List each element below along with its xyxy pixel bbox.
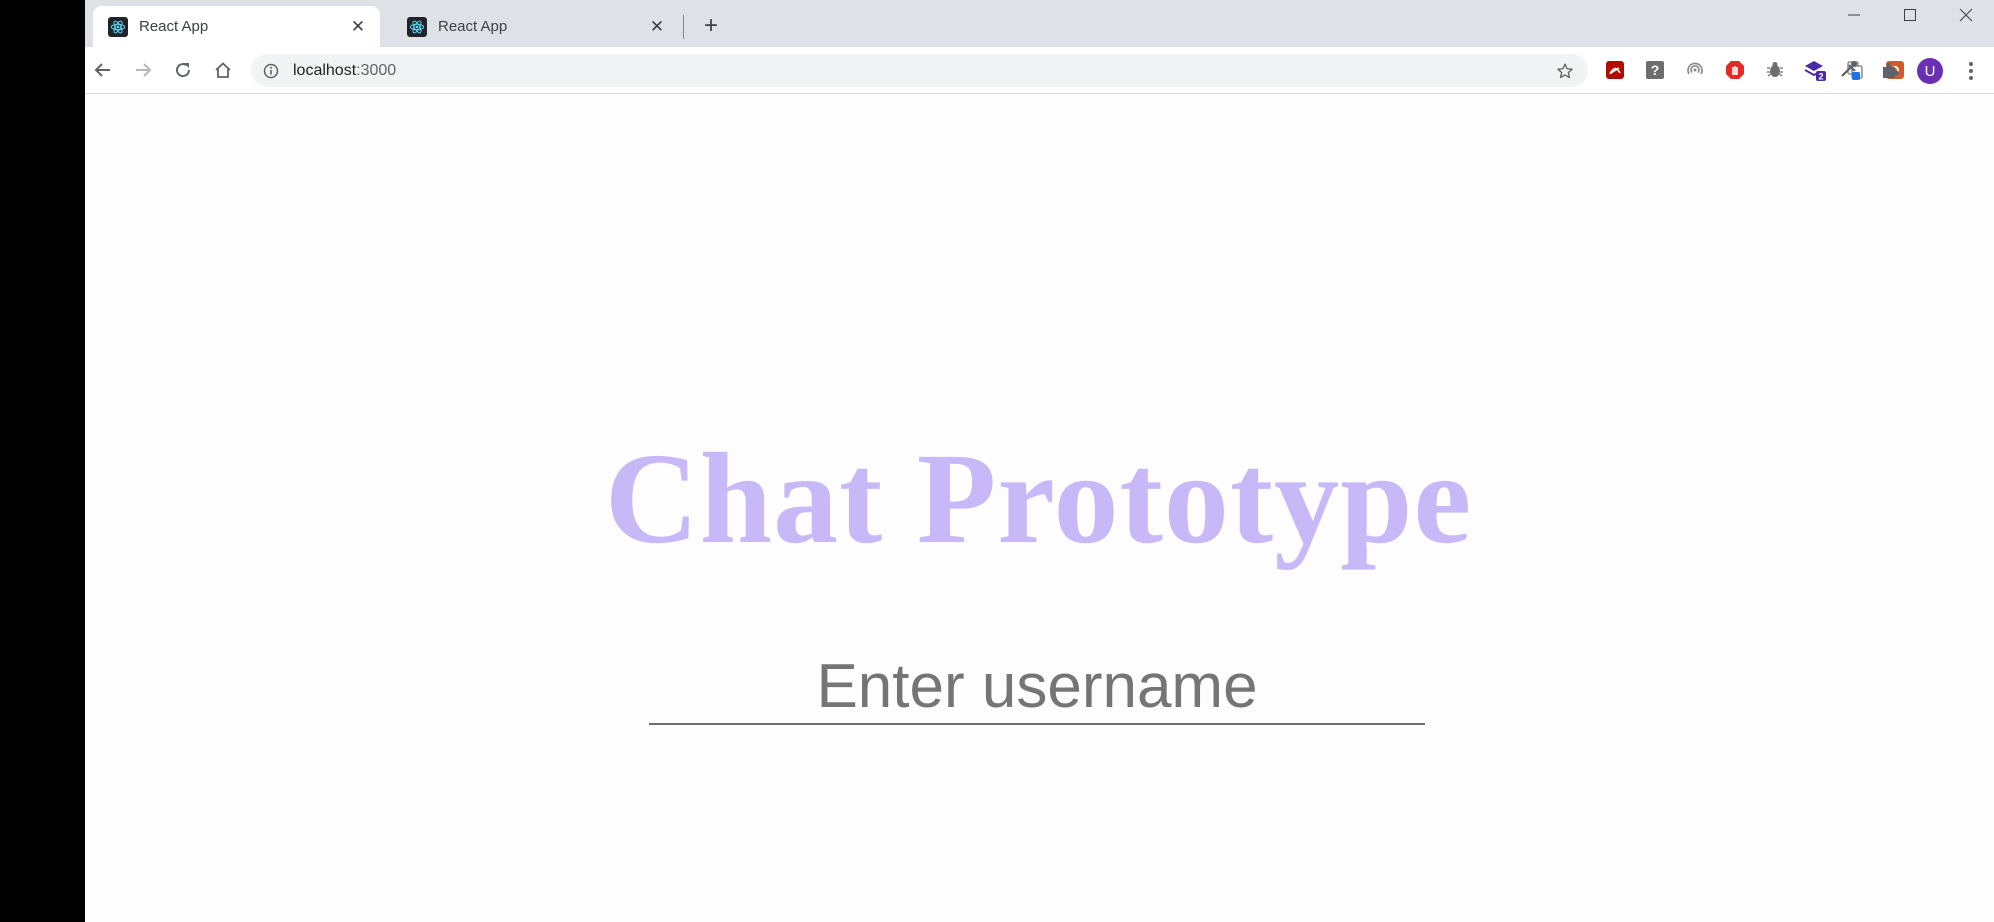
url-text[interactable]: localhost:3000	[293, 61, 396, 81]
minimize-button[interactable]	[1826, 0, 1882, 30]
back-button[interactable]	[87, 54, 119, 86]
tab-close-icon[interactable]: ✕	[647, 17, 667, 37]
maximize-button[interactable]	[1882, 0, 1938, 30]
help-icon[interactable]: ?	[1644, 59, 1666, 81]
tab-strip: React App ✕ React App ✕ +	[85, 0, 1994, 47]
username-input[interactable]	[649, 649, 1425, 725]
maximize-icon	[1904, 9, 1916, 21]
tab-title: React App	[139, 18, 209, 35]
left-black-strip	[0, 0, 85, 922]
arrow-left-icon	[94, 63, 110, 77]
pdf-icon[interactable]	[1604, 59, 1626, 81]
react-favicon-icon	[108, 16, 128, 37]
profile-avatar[interactable]: U	[1917, 58, 1943, 84]
svg-text:?: ?	[1651, 62, 1660, 78]
window-close-button[interactable]	[1938, 0, 1994, 30]
browser-toolbar: localhost:3000 ? 2	[85, 47, 1994, 94]
tab-title: React App	[438, 18, 508, 35]
adblock-stop-icon[interactable]	[1724, 59, 1746, 81]
tab-close-icon[interactable]: ✕	[348, 17, 368, 37]
reload-button[interactable]	[167, 54, 199, 86]
home-icon	[215, 62, 231, 78]
bookmark-star-icon[interactable]	[1554, 60, 1576, 82]
react-favicon-icon	[407, 16, 427, 37]
page-content: Chat Prototype	[85, 94, 1994, 922]
new-tab-button[interactable]: +	[697, 12, 725, 40]
url-host: localhost	[293, 62, 357, 79]
url-port: :3000	[356, 62, 397, 79]
address-bar[interactable]: localhost:3000	[251, 54, 1588, 87]
close-icon	[1959, 8, 1973, 22]
reload-icon	[176, 63, 191, 78]
tab-separator	[683, 15, 684, 39]
arrow-right-icon	[136, 63, 152, 77]
info-icon[interactable]	[261, 61, 281, 81]
page-heading: Chat Prototype	[604, 427, 1473, 571]
browser-window: React App ✕ React App ✕ + localhost:3000…	[85, 0, 1994, 922]
puzzle-icon[interactable]	[1879, 59, 1901, 81]
antenna-icon[interactable]	[1684, 59, 1706, 81]
bug-icon[interactable]	[1764, 59, 1786, 81]
home-button[interactable]	[207, 54, 239, 86]
extension-badge: 2	[1818, 72, 1823, 82]
forward-button[interactable]	[127, 54, 159, 86]
tab-inactive[interactable]: React App ✕	[392, 6, 679, 47]
tab-active[interactable]: React App ✕	[93, 6, 380, 47]
more-menu-icon[interactable]	[1963, 57, 1979, 85]
eyedropper-icon[interactable]	[1839, 59, 1861, 81]
minimize-icon	[1848, 14, 1860, 16]
layers-icon[interactable]: 2	[1804, 59, 1826, 81]
